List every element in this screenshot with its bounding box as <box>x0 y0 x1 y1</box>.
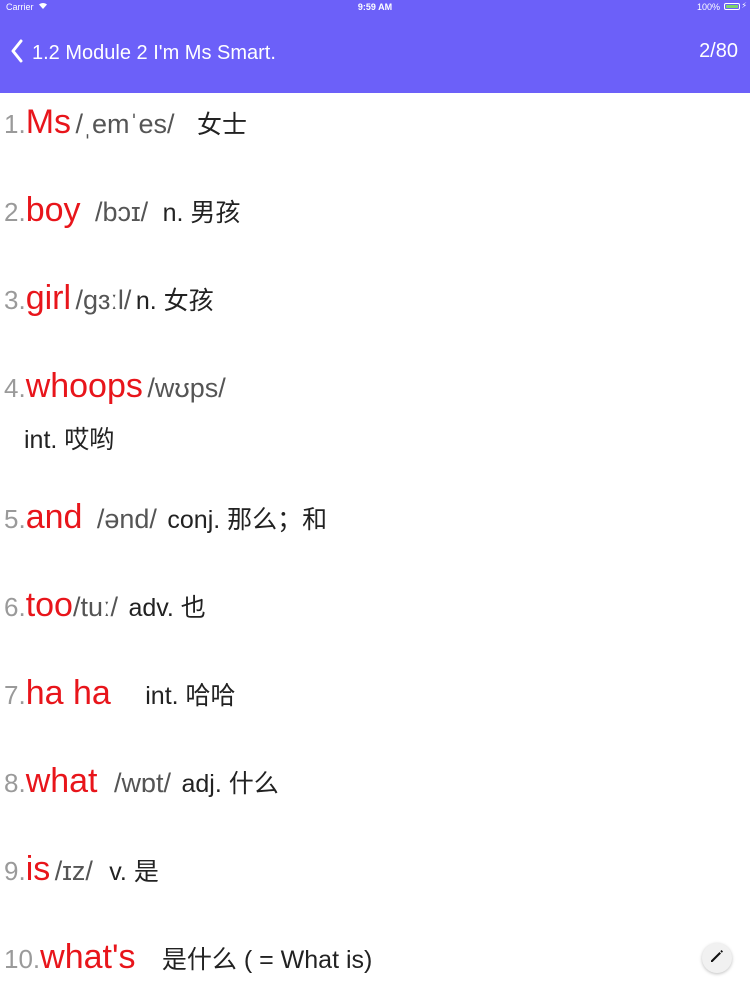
item-word: is <box>25 850 51 888</box>
item-phonetic: /wʊps/ <box>147 373 226 403</box>
item-word: Ms <box>25 103 72 141</box>
item-phonetic: /tuː/ <box>72 592 118 622</box>
list-item[interactable]: 2.boy /bɔɪ/ n. 男孩 <box>4 191 750 230</box>
item-meaning: n. 男孩 <box>162 199 241 227</box>
item-number: 1. <box>4 109 26 139</box>
battery-percent: 100% <box>696 2 720 12</box>
list-item[interactable]: 5.and /ənd/ conj. 那么；和 <box>4 498 750 537</box>
back-button[interactable]: 1.2 Module 2 I'm Ms Smart. <box>10 38 276 68</box>
status-bar: Carrier 9:59 AM 100% ⚡ <box>0 0 750 14</box>
item-meaning: 女士 <box>196 111 247 139</box>
list-item[interactable]: 1.Ms /ˌemˈes/ 女士 <box>4 103 750 142</box>
item-number: 2. <box>4 197 26 227</box>
charging-icon: ⚡ <box>741 1 747 10</box>
item-word: ha ha <box>25 674 111 712</box>
item-word: what <box>25 762 98 800</box>
chevron-left-icon <box>10 39 24 68</box>
item-meaning: adv. 也 <box>128 594 206 622</box>
item-word: and <box>25 498 83 536</box>
item-meaning: v. 是 <box>109 858 159 886</box>
list-item[interactable]: 3.girl /gɜːl/ n. 女孩 <box>4 279 750 318</box>
list-item[interactable]: 8.what /wɒt/ adj. 什么 <box>4 762 750 801</box>
item-word: too <box>25 586 73 624</box>
item-number: 10. <box>4 944 41 974</box>
item-meaning: int. 哈哈 <box>145 682 236 710</box>
word-counter: 2/80 <box>699 40 738 62</box>
item-meaning: adj. 什么 <box>181 770 279 798</box>
item-phonetic: /ənd/ <box>96 504 157 534</box>
item-phonetic: /wɒt/ <box>113 768 171 798</box>
list-item[interactable]: 4.whoops /wʊps/ <box>4 367 750 406</box>
item-meaning: int. 哎哟 <box>24 426 115 454</box>
item-number: 6. <box>4 592 26 622</box>
item-word: whoops <box>25 367 143 405</box>
list-item[interactable]: 6.too/tuː/ adv. 也 <box>4 586 750 625</box>
item-word: girl <box>25 279 72 317</box>
list-item[interactable]: 9.is /ɪz/ v. 是 <box>4 850 750 889</box>
item-meaning: 是什么 ( = What is) <box>161 946 373 974</box>
list-item[interactable]: 7.ha ha int. 哈哈 <box>4 674 750 713</box>
item-phonetic: /bɔɪ/ <box>94 197 149 227</box>
item-meaning: conj. 那么；和 <box>167 506 328 534</box>
item-phonetic: /gɜːl/ <box>75 285 132 315</box>
item-phonetic: /ɪz/ <box>54 856 93 886</box>
item-number: 8. <box>4 768 26 798</box>
edit-button[interactable] <box>702 943 732 973</box>
list-item[interactable]: 10.what's 是什么 ( = What is) <box>4 938 750 977</box>
page-title: 1.2 Module 2 I'm Ms Smart. <box>32 42 276 64</box>
item-number: 5. <box>4 504 26 534</box>
item-number: 7. <box>4 680 26 710</box>
status-time: 9:59 AM <box>357 2 393 12</box>
item-word: boy <box>25 191 81 229</box>
item-phonetic: /ˌemˈes/ <box>75 109 175 139</box>
battery-icon <box>724 3 740 10</box>
item-word: what's <box>40 938 136 976</box>
item-meaning: n. 女孩 <box>135 287 214 315</box>
item-number: 3. <box>4 285 26 315</box>
pencil-icon <box>708 947 726 970</box>
item-number: 9. <box>4 856 26 886</box>
nav-bar: 1.2 Module 2 I'm Ms Smart. 2/80 <box>0 14 750 93</box>
item-number: 4. <box>4 373 26 403</box>
